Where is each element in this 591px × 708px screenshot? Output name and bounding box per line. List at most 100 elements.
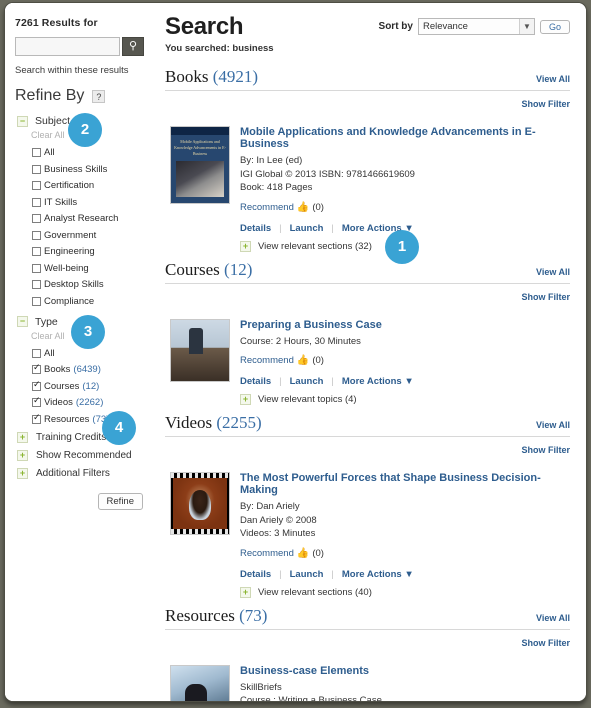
facet-option-count: (2262)	[75, 397, 104, 408]
sort-by-value: Relevance	[422, 21, 468, 32]
recommend-row[interactable]: Recommend 👍 (0)	[240, 548, 570, 559]
view-all-link[interactable]: View All	[536, 74, 570, 84]
show-filter-row: Show Filter	[165, 630, 570, 657]
recommend-label[interactable]: Recommend	[240, 202, 294, 213]
checkbox[interactable]	[32, 247, 41, 256]
checkbox[interactable]	[32, 263, 41, 273]
facet-option-well-being[interactable]: Well-being	[32, 263, 149, 274]
facet-option-engineering[interactable]: Engineering	[32, 246, 149, 257]
recommend-label[interactable]: Recommend	[240, 355, 294, 366]
facet-option-label: Engineering	[44, 246, 95, 257]
checkbox[interactable]	[32, 230, 41, 240]
show-filter-row: Show Filter	[165, 437, 570, 464]
expand-toggle-icon[interactable]: +	[17, 431, 28, 443]
facet-option-label: Videos	[44, 397, 73, 408]
thumbs-up-icon[interactable]: 👍	[297, 548, 309, 559]
checkbox[interactable]	[32, 348, 41, 358]
checkbox[interactable]	[32, 363, 41, 374]
search-icon[interactable]: ⚲	[122, 37, 144, 56]
action-separator: |	[331, 568, 334, 580]
facet-option-it-skills[interactable]: IT Skills	[32, 197, 149, 208]
show-filter-link[interactable]: Show Filter	[521, 99, 570, 109]
recommend-row[interactable]: Recommend 👍 (0)	[240, 355, 570, 366]
recommend-row[interactable]: Recommend 👍 (0)	[240, 202, 570, 213]
item-thumbnail[interactable]	[170, 664, 230, 701]
show-filter-link[interactable]: Show Filter	[521, 638, 570, 648]
more-actions-link[interactable]: More Actions ▼	[342, 569, 414, 580]
expand-toggle-icon[interactable]: +	[17, 467, 28, 479]
facet-option-label: Desktop Skills	[44, 279, 104, 290]
item-actions: Details | Launch | More Actions ▼	[240, 376, 570, 387]
result-item: Preparing a Business Case Course: 2 Hour…	[165, 311, 570, 412]
facet-option-books[interactable]: Books (6439)	[32, 363, 149, 375]
facet-option-label: Books	[44, 364, 71, 375]
facet-option-analyst-research[interactable]: Analyst Research	[32, 213, 149, 224]
view-relevant-link[interactable]: + View relevant topics (4)	[240, 394, 570, 405]
refine-button[interactable]: Refine	[97, 492, 143, 510]
callout-badge-2: 2	[68, 113, 102, 147]
item-title[interactable]: Mobile Applications and Knowledge Advanc…	[240, 126, 570, 150]
item-thumbnail[interactable]	[170, 318, 230, 382]
checkbox[interactable]	[32, 164, 41, 174]
facet-option-certification[interactable]: Certification	[32, 180, 149, 191]
facet-option-videos[interactable]: Videos (2262)	[32, 396, 149, 408]
item-meta-line: Videos: 3 Minutes	[240, 528, 316, 539]
view-relevant-link[interactable]: + View relevant sections (40)	[240, 586, 570, 598]
facet-collapsed-additional-filters[interactable]: + Additional Filters	[17, 467, 149, 479]
checkbox[interactable]	[32, 380, 41, 391]
recommend-label[interactable]: Recommend	[240, 548, 294, 559]
launch-link[interactable]: Launch	[290, 376, 324, 387]
launch-link[interactable]: Launch	[290, 223, 324, 234]
details-link[interactable]: Details	[240, 223, 271, 234]
facet-option-all[interactable]: All	[32, 348, 149, 359]
item-title[interactable]: Preparing a Business Case	[240, 319, 570, 331]
collapse-toggle-icon[interactable]: −	[17, 115, 28, 127]
details-link[interactable]: Details	[240, 376, 271, 387]
checkbox[interactable]	[32, 181, 41, 190]
facet-option-desktop-skills[interactable]: Desktop Skills	[32, 279, 149, 290]
checkbox[interactable]	[32, 280, 41, 289]
view-all-link[interactable]: View All	[536, 613, 570, 623]
sort-by-select[interactable]: Relevance ▼	[417, 18, 535, 35]
plus-icon[interactable]: +	[240, 586, 251, 598]
details-link[interactable]: Details	[240, 569, 271, 580]
collapse-toggle-icon[interactable]: −	[17, 316, 28, 327]
checkbox[interactable]	[32, 197, 41, 207]
item-thumbnail[interactable]: Mobile Applications and Knowledge Advanc…	[170, 126, 230, 204]
item-title[interactable]: Business-case Elements	[240, 665, 570, 677]
facet-option-government[interactable]: Government	[32, 230, 149, 241]
checkbox[interactable]	[32, 413, 41, 424]
facet-option-business-skills[interactable]: Business Skills	[32, 164, 149, 175]
item-title[interactable]: The Most Powerful Forces that Shape Busi…	[240, 472, 570, 496]
plus-icon[interactable]: +	[240, 240, 251, 252]
checkbox[interactable]	[32, 148, 41, 157]
show-filter-link[interactable]: Show Filter	[521, 292, 570, 302]
facet-option-label: Business Skills	[44, 163, 108, 175]
thumbs-up-icon[interactable]: 👍	[297, 202, 309, 213]
checkbox[interactable]	[32, 296, 41, 306]
show-filter-link[interactable]: Show Filter	[521, 445, 570, 455]
refine-button-wrap: Refine	[15, 479, 149, 510]
thumbs-up-icon[interactable]: 👍	[297, 355, 309, 366]
result-sections: Books (4921) View All Show Filter Mobile…	[165, 67, 570, 701]
item-thumbnail[interactable]	[170, 472, 230, 535]
launch-link[interactable]: Launch	[290, 569, 324, 580]
help-icon[interactable]: ?	[92, 89, 106, 103]
search-input[interactable]	[15, 37, 120, 56]
item-meta-line: Book: 418 Pages	[240, 182, 313, 193]
facet-option-courses[interactable]: Courses (12)	[32, 380, 149, 392]
facet-option-all[interactable]: All	[32, 147, 149, 158]
expand-toggle-icon[interactable]: +	[17, 449, 28, 461]
plus-icon[interactable]: +	[240, 394, 251, 405]
action-separator: |	[279, 222, 282, 234]
more-actions-link[interactable]: More Actions ▼	[342, 376, 414, 387]
view-all-link[interactable]: View All	[536, 420, 570, 430]
search-within-row: ⚲	[15, 37, 149, 56]
go-button[interactable]: Go	[539, 19, 570, 34]
checkbox[interactable]	[32, 214, 41, 223]
view-all-link[interactable]: View All	[536, 267, 570, 277]
results-count: 7261 Results for	[15, 17, 149, 29]
facet-collapsed-show-recommended[interactable]: + Show Recommended	[17, 449, 149, 461]
checkbox[interactable]	[32, 396, 41, 407]
facet-option-compliance[interactable]: Compliance	[32, 296, 149, 307]
